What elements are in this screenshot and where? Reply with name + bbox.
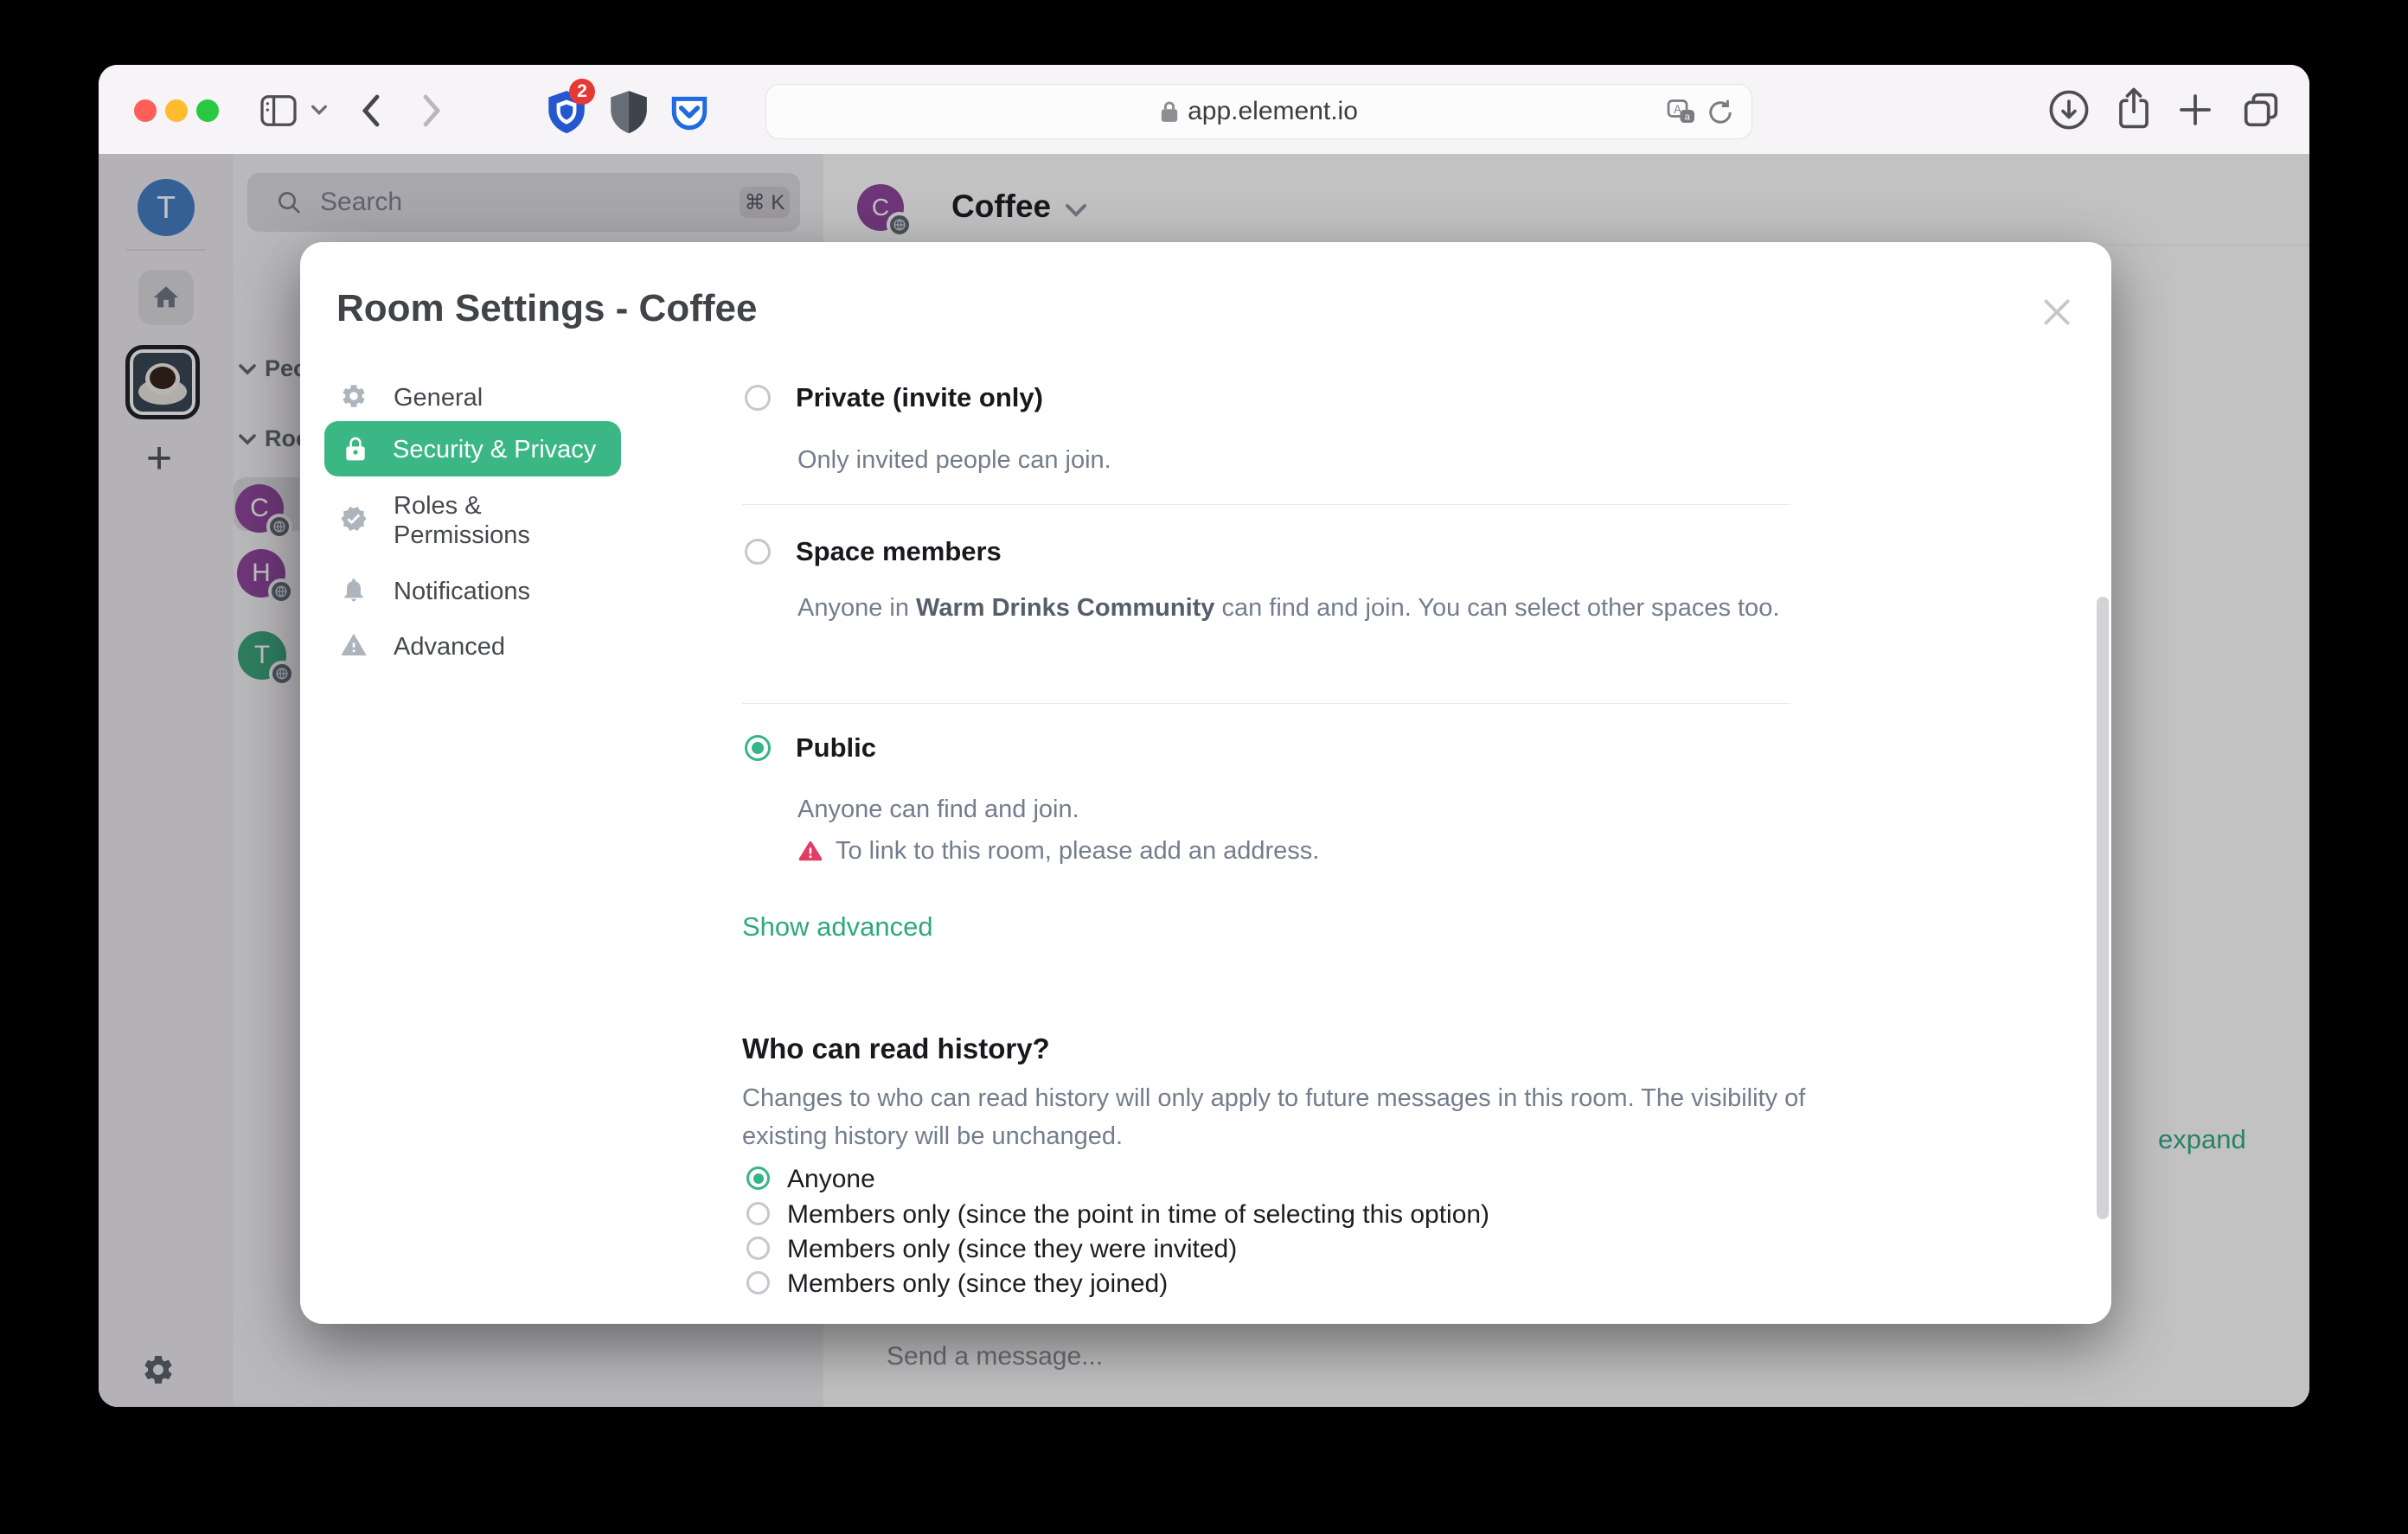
option-private-label[interactable]: Private (invite only) [796, 382, 1043, 413]
option-private-desc: Only invited people can join. [797, 446, 1111, 474]
tab-label: Advanced [394, 633, 505, 661]
close-dialog-button[interactable] [2040, 296, 2073, 333]
downloads-button[interactable] [2046, 87, 2091, 137]
new-tab-button[interactable] [2174, 89, 2216, 135]
translate-icon[interactable]: Aa [1666, 97, 1697, 132]
radio-public[interactable] [745, 735, 771, 761]
url-bar[interactable]: app.element.io Aa [765, 84, 1752, 139]
settings-tab-notifications[interactable]: Notifications [340, 576, 530, 608]
history-option-label[interactable]: Anyone [787, 1165, 875, 1194]
extension-shield-dark-button[interactable] [607, 89, 650, 140]
address-warning: To link to this room, please add an addr… [797, 830, 1319, 872]
reload-button[interactable] [1705, 97, 1736, 132]
room-settings-dialog: Room Settings - Coffee General Security … [300, 242, 2111, 1324]
tab-label: General [394, 384, 484, 412]
history-option-label[interactable]: Members only (since the point in time of… [787, 1200, 1489, 1230]
history-option-label[interactable]: Members only (since they were invited) [787, 1235, 1237, 1264]
share-button[interactable] [2111, 84, 2156, 138]
option-divider [742, 504, 1790, 505]
radio-history-members-invited[interactable] [746, 1237, 770, 1260]
option-space-label[interactable]: Space members [796, 536, 1002, 567]
desc-bold-text: Warm Drinks Community [916, 594, 1215, 622]
dialog-scrollbar[interactable] [2097, 597, 2109, 1219]
warning-triangle-icon [341, 633, 367, 655]
option-public-label[interactable]: Public [796, 732, 876, 764]
browser-window: 2 app.element.io Aa T + Search ⌘ K Peo R… [99, 65, 2309, 1407]
extension-pocket-button[interactable] [668, 91, 711, 138]
settings-tab-advanced[interactable]: Advanced [340, 631, 505, 663]
tab-label: Notifications [394, 578, 530, 605]
desc-text: Anyone in [797, 594, 917, 622]
radio-history-members-joined[interactable] [746, 1271, 770, 1294]
history-desc: Changes to who can read history will onl… [742, 1084, 1806, 1150]
history-heading: Who can read history? [742, 1032, 1050, 1064]
show-advanced-link[interactable]: Show advanced [742, 911, 933, 943]
dialog-title: Room Settings - Coffee [336, 287, 758, 329]
option-space-desc: Anyone in Warm Drinks Community can find… [797, 587, 1792, 629]
radio-history-members-select[interactable] [746, 1202, 770, 1225]
url-text-wrap: app.element.io [766, 85, 1752, 138]
browser-toolbar: 2 app.element.io Aa [99, 65, 2309, 155]
option-public-desc: Anyone can find and join. [797, 796, 1079, 823]
bell-icon [344, 578, 363, 602]
option-divider [742, 703, 1790, 704]
settings-tab-security-privacy[interactable]: Security & Privacy [324, 421, 621, 476]
tab-label: Roles & Permissions [394, 492, 530, 549]
sidebar-toggle-button[interactable] [259, 94, 298, 131]
close-window-button[interactable] [134, 99, 157, 122]
minimize-window-button[interactable] [165, 99, 188, 122]
sidebar-chevron-down-icon[interactable] [310, 103, 329, 121]
radio-space-members[interactable] [745, 539, 771, 565]
lock-icon [346, 437, 365, 461]
warning-triangle-icon [798, 841, 823, 861]
extension-badge: 2 [569, 79, 595, 105]
tab-label: Security & Privacy [393, 436, 597, 463]
svg-text:a: a [1685, 112, 1691, 122]
history-option-label[interactable]: Members only (since they joined) [787, 1269, 1168, 1299]
desc-text: can find and join. You can select other … [1214, 594, 1780, 622]
zoom-window-button[interactable] [196, 99, 219, 122]
warning-text: To link to this room, please add an addr… [836, 837, 1320, 865]
forward-button[interactable] [420, 93, 443, 132]
settings-tab-general[interactable]: General [340, 382, 483, 414]
back-button[interactable] [360, 93, 382, 132]
close-icon [2044, 299, 2070, 325]
seal-check-icon [341, 507, 367, 531]
gear-icon [343, 385, 365, 407]
radio-history-anyone[interactable] [746, 1166, 770, 1190]
tab-overview-button[interactable] [2238, 87, 2283, 137]
url-text: app.element.io [1188, 97, 1358, 125]
lock-icon [1161, 101, 1178, 122]
radio-private[interactable] [745, 385, 771, 411]
